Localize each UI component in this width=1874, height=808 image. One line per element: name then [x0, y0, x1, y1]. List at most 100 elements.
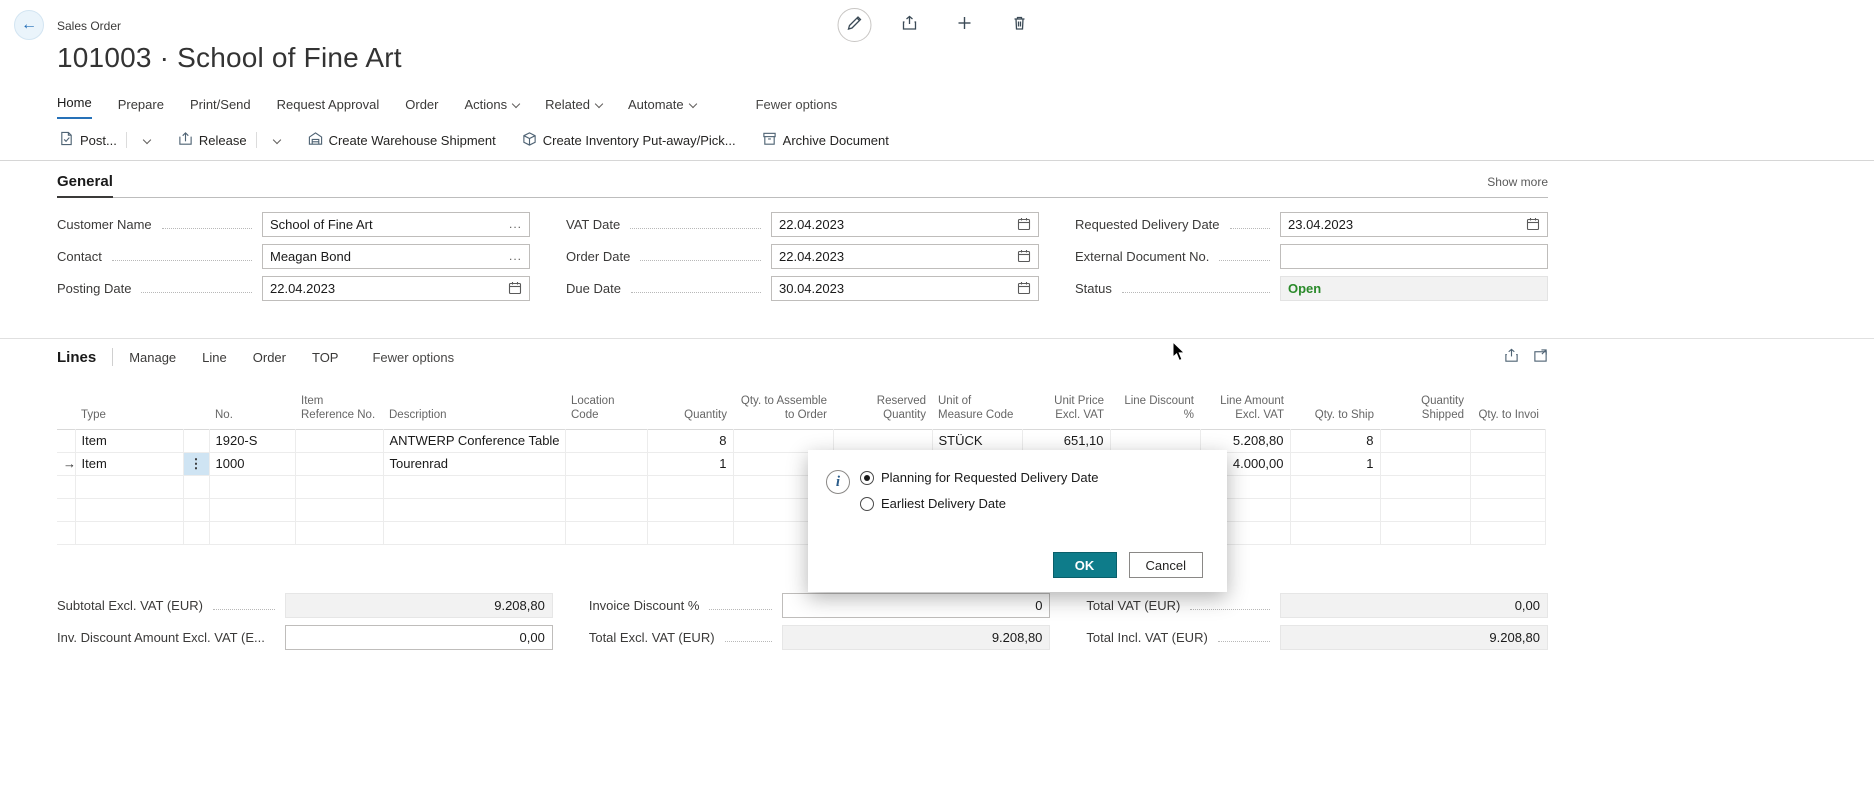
radio-unselected-icon[interactable] — [860, 497, 874, 511]
lines-tab-top[interactable]: TOP — [312, 350, 339, 365]
table-cell[interactable] — [209, 521, 295, 544]
ok-button[interactable]: OK — [1053, 552, 1117, 578]
column-header[interactable]: Type — [75, 392, 183, 429]
column-header[interactable]: Qty. to Assemble to Order — [733, 392, 833, 429]
table-cell[interactable] — [295, 521, 383, 544]
row-menu-icon[interactable] — [183, 521, 209, 544]
post-dropdown-button[interactable] — [134, 129, 154, 152]
table-cell[interactable] — [565, 475, 647, 498]
create-inventory-putaway-pick-button[interactable]: Create Inventory Put-away/Pick... — [520, 127, 738, 153]
table-cell[interactable] — [383, 498, 565, 521]
column-header[interactable]: Quantity Shipped — [1380, 392, 1470, 429]
table-cell[interactable]: 8 — [1290, 429, 1380, 452]
tab-home[interactable]: Home — [57, 95, 92, 119]
column-header[interactable]: No. — [209, 392, 295, 429]
posting-date-input[interactable]: 22.04.2023 — [262, 276, 530, 301]
table-cell[interactable] — [1380, 475, 1470, 498]
table-cell[interactable]: Tourenrad — [383, 452, 565, 475]
share-button[interactable] — [893, 8, 927, 42]
calendar-icon[interactable] — [1017, 249, 1031, 263]
table-cell[interactable] — [383, 521, 565, 544]
table-cell[interactable]: Item — [75, 452, 183, 475]
due-date-input[interactable]: 30.04.2023 — [771, 276, 1039, 301]
table-cell[interactable]: ANTWERP Conference Table — [383, 429, 565, 452]
tab-order[interactable]: Order — [405, 97, 438, 119]
lines-tab-order[interactable]: Order — [253, 350, 286, 365]
expand-icon[interactable] — [1533, 348, 1548, 366]
share-icon[interactable] — [1504, 348, 1519, 366]
table-cell[interactable]: 5.208,80 — [1200, 429, 1290, 452]
general-heading[interactable]: General — [57, 173, 113, 198]
archive-document-button[interactable]: Archive Document — [760, 127, 891, 153]
table-cell[interactable] — [647, 475, 733, 498]
table-cell[interactable]: 8 — [647, 429, 733, 452]
radio-planning-for-requested-delivery-date[interactable]: Planning for Requested Delivery Date — [860, 470, 1099, 485]
table-cell[interactable] — [565, 452, 647, 475]
tab-print-send[interactable]: Print/Send — [190, 97, 251, 119]
external-document-no-input[interactable] — [1280, 244, 1548, 269]
tab-automate[interactable]: Automate — [628, 97, 696, 119]
row-menu-icon[interactable] — [183, 429, 209, 452]
column-header[interactable]: Reserved Quantity — [833, 392, 932, 429]
back-button[interactable]: ← — [14, 10, 44, 40]
tab-request-approval[interactable]: Request Approval — [277, 97, 380, 119]
inv-discount-amount-input[interactable]: 0,00 — [285, 625, 553, 650]
table-cell[interactable] — [75, 521, 183, 544]
table-cell[interactable]: STÜCK — [932, 429, 1022, 452]
table-cell[interactable]: 1000 — [209, 452, 295, 475]
table-cell[interactable] — [295, 452, 383, 475]
customer-name-input[interactable]: School of Fine Art ... — [262, 212, 530, 237]
table-cell[interactable] — [1470, 498, 1545, 521]
lines-tab-manage[interactable]: Manage — [129, 350, 176, 365]
calendar-icon[interactable] — [1017, 217, 1031, 231]
table-cell[interactable] — [1380, 498, 1470, 521]
table-cell[interactable] — [1290, 521, 1380, 544]
radio-selected-icon[interactable] — [860, 471, 874, 485]
show-more-link[interactable]: Show more — [1487, 175, 1548, 189]
tab-related[interactable]: Related — [545, 97, 602, 119]
table-cell[interactable] — [1470, 429, 1545, 452]
row-menu-icon[interactable] — [183, 475, 209, 498]
tab-actions[interactable]: Actions — [465, 97, 520, 119]
release-dropdown-button[interactable] — [264, 129, 284, 152]
table-cell[interactable] — [1470, 452, 1545, 475]
table-cell[interactable] — [1110, 429, 1200, 452]
calendar-icon[interactable] — [1526, 217, 1540, 231]
column-header[interactable]: Qty. to Ship — [1290, 392, 1380, 429]
table-cell[interactable] — [383, 475, 565, 498]
table-cell[interactable] — [1290, 498, 1380, 521]
column-header[interactable]: Line Amount Excl. VAT — [1200, 392, 1290, 429]
edit-button[interactable] — [838, 8, 872, 42]
calendar-icon[interactable] — [508, 281, 522, 295]
table-cell[interactable]: 1920-S — [209, 429, 295, 452]
table-cell[interactable] — [295, 475, 383, 498]
table-cell[interactable] — [1380, 521, 1470, 544]
lines-fewer-options-link[interactable]: Fewer options — [372, 350, 454, 365]
radio-earliest-delivery-date[interactable]: Earliest Delivery Date — [860, 496, 1099, 511]
row-menu-icon[interactable]: ⋮ — [183, 452, 209, 475]
tab-prepare[interactable]: Prepare — [118, 97, 164, 119]
vat-date-input[interactable]: 22.04.2023 — [771, 212, 1039, 237]
lines-tab-line[interactable]: Line — [202, 350, 227, 365]
row-menu-icon[interactable] — [183, 498, 209, 521]
table-cell[interactable] — [647, 521, 733, 544]
column-header[interactable]: Quantity — [647, 392, 733, 429]
table-cell[interactable]: 1 — [1290, 452, 1380, 475]
delete-button[interactable] — [1003, 8, 1037, 42]
table-cell[interactable] — [209, 475, 295, 498]
assist-edit-icon[interactable]: ... — [503, 249, 522, 263]
table-cell[interactable] — [1470, 475, 1545, 498]
table-cell[interactable] — [209, 498, 295, 521]
column-header[interactable]: Description — [383, 392, 565, 429]
table-cell[interactable] — [295, 429, 383, 452]
column-header[interactable]: Line Discount % — [1110, 392, 1200, 429]
table-cell[interactable] — [647, 498, 733, 521]
column-header[interactable]: Qty. to Invoi — [1470, 392, 1545, 429]
table-cell[interactable] — [1290, 475, 1380, 498]
column-header[interactable]: Location Code — [565, 392, 647, 429]
column-header[interactable]: Unit Price Excl. VAT — [1022, 392, 1110, 429]
post-button[interactable]: Post... — [57, 127, 119, 153]
table-cell[interactable] — [75, 498, 183, 521]
fewer-options-link[interactable]: Fewer options — [756, 97, 838, 119]
release-button[interactable]: Release — [176, 127, 249, 153]
